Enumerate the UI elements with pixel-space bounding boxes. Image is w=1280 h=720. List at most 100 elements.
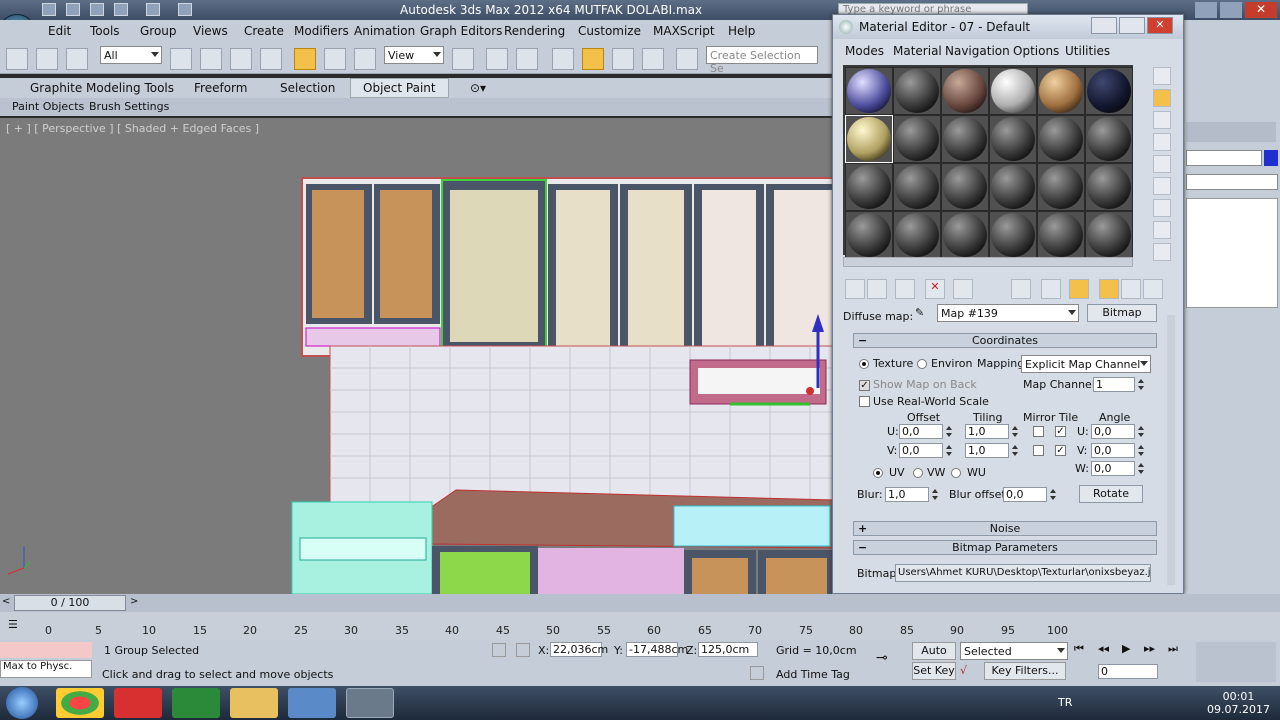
select-by-material-icon[interactable] xyxy=(1153,221,1171,239)
bind-space-warp-icon[interactable] xyxy=(66,48,88,70)
menu-tools[interactable]: Tools xyxy=(90,24,120,38)
u-angle-spinner[interactable] xyxy=(1137,424,1145,439)
show-end-result-icon[interactable] xyxy=(1099,279,1119,299)
camtasia-taskbar-icon[interactable] xyxy=(172,688,220,718)
ribbon-options-icon[interactable]: ⊙▾ xyxy=(470,81,486,95)
sample-slot[interactable] xyxy=(845,163,893,211)
bitmap-parameters-rollout-header[interactable]: − Bitmap Parameters xyxy=(853,540,1157,555)
sample-slot[interactable] xyxy=(1085,163,1133,211)
object-name-field[interactable] xyxy=(1186,150,1262,166)
next-frame-icon[interactable]: ▸▸ xyxy=(1144,642,1164,660)
v-tile-checkbox[interactable]: ✓ xyxy=(1055,445,1066,456)
sample-slot[interactable] xyxy=(989,67,1037,115)
sample-slot[interactable] xyxy=(893,211,941,259)
sample-slot[interactable] xyxy=(1085,115,1133,163)
link-icon[interactable] xyxy=(6,48,28,70)
current-frame-field[interactable]: 0 xyxy=(1098,664,1158,679)
key-mode-dropdown[interactable]: Selected xyxy=(960,642,1068,660)
open-file-icon[interactable] xyxy=(66,3,80,16)
select-by-name-icon[interactable] xyxy=(200,48,222,70)
maxscript-listener[interactable]: Max to Physc. xyxy=(0,660,92,678)
coordinates-rollout-header[interactable]: − Coordinates xyxy=(853,333,1157,348)
reference-coordinate-dropdown[interactable]: View xyxy=(384,46,444,64)
me-menu-options[interactable]: Options xyxy=(1013,44,1059,58)
tab-selection[interactable]: Selection xyxy=(280,81,335,95)
me-menu-navigation[interactable]: Navigation xyxy=(945,44,1010,58)
menu-views[interactable]: Views xyxy=(193,24,228,38)
assign-material-icon[interactable] xyxy=(895,279,915,299)
set-key-button[interactable]: Set Key xyxy=(912,662,956,680)
object-color-swatch[interactable] xyxy=(1264,150,1278,166)
perspective-viewport[interactable]: [ + ] [ Perspective ] [ Shaded + Edged F… xyxy=(0,118,835,594)
menu-create[interactable]: Create xyxy=(244,24,284,38)
sample-slot[interactable] xyxy=(989,211,1037,259)
map-channel-spinner[interactable] xyxy=(1137,377,1145,392)
menu-animation[interactable]: Animation xyxy=(354,24,415,38)
add-time-tag[interactable]: Add Time Tag xyxy=(776,668,850,681)
keyboard-shortcut-override-icon[interactable] xyxy=(516,48,538,70)
window-crossing-icon[interactable] xyxy=(260,48,282,70)
eyedropper-icon[interactable]: ✎ xyxy=(915,306,929,322)
menu-maxscript[interactable]: MAXScript xyxy=(653,24,715,38)
new-file-icon[interactable] xyxy=(42,3,56,16)
blur-offset-field[interactable]: 0,0 xyxy=(1003,487,1047,502)
sample-slot[interactable] xyxy=(941,163,989,211)
3dsmax-taskbar-icon[interactable] xyxy=(346,688,394,718)
clock[interactable]: 00:01 09.07.2017 xyxy=(1207,690,1270,716)
blur-field[interactable]: 1,0 xyxy=(885,487,929,502)
me-minimize-button[interactable] xyxy=(1091,17,1117,34)
brush-settings-panel[interactable]: Brush Settings xyxy=(89,100,169,113)
wu-radio[interactable] xyxy=(951,468,961,478)
v-mirror-checkbox[interactable] xyxy=(1033,445,1044,456)
sample-slot-active[interactable] xyxy=(845,115,893,163)
blur-spinner[interactable] xyxy=(931,487,939,502)
window-taskbar-icon[interactable] xyxy=(288,688,336,718)
angle-snap-icon[interactable] xyxy=(582,48,604,70)
w-angle-spinner[interactable] xyxy=(1137,461,1145,476)
track-bar[interactable]: ☰ xyxy=(0,612,1280,640)
u-tile-checkbox[interactable]: ✓ xyxy=(1055,426,1066,437)
me-close-button[interactable]: ✕ xyxy=(1147,17,1173,34)
time-slider-thumb[interactable]: 0 / 100 xyxy=(14,595,126,611)
map-channel-field[interactable]: 1 xyxy=(1093,377,1135,392)
background-icon[interactable] xyxy=(1153,111,1171,129)
select-and-scale-icon[interactable] xyxy=(354,48,376,70)
z-coordinate-field[interactable]: 125,0cm xyxy=(698,642,758,657)
minimize-button[interactable] xyxy=(1195,2,1217,18)
put-to-library-icon[interactable] xyxy=(1011,279,1031,299)
options-icon[interactable] xyxy=(1153,199,1171,217)
menu-edit[interactable]: Edit xyxy=(48,24,71,38)
save-file-icon[interactable] xyxy=(90,3,104,16)
percent-snap-icon[interactable] xyxy=(612,48,634,70)
uv-radio[interactable] xyxy=(873,468,883,478)
selection-filter-dropdown[interactable]: All xyxy=(100,46,162,64)
vw-radio[interactable] xyxy=(913,468,923,478)
menu-modifiers[interactable]: Modifiers xyxy=(294,24,349,38)
sample-slot[interactable] xyxy=(941,115,989,163)
sample-slot[interactable] xyxy=(845,67,893,115)
go-to-start-icon[interactable]: ⏮ xyxy=(1074,642,1094,660)
command-panel-tabs[interactable] xyxy=(1186,122,1276,142)
sample-slot[interactable] xyxy=(893,163,941,211)
sample-slot[interactable] xyxy=(941,211,989,259)
pivot-center-icon[interactable] xyxy=(452,48,474,70)
sample-slot[interactable] xyxy=(989,163,1037,211)
y-coordinate-field[interactable]: -17,488cm xyxy=(626,642,688,657)
menu-graph-editors[interactable]: Graph Editors xyxy=(420,24,502,38)
material-editor-scrollbar[interactable] xyxy=(1167,315,1175,585)
language-indicator[interactable]: TR xyxy=(1058,696,1072,709)
previous-frame-icon[interactable]: ◂◂ xyxy=(1098,642,1118,660)
snaps-toggle-icon[interactable] xyxy=(552,48,574,70)
time-slider-prev-icon[interactable]: < xyxy=(2,596,12,610)
u-offset-field[interactable]: 0,0 xyxy=(899,424,943,439)
sample-slot[interactable] xyxy=(1037,163,1085,211)
app-taskbar-icon[interactable] xyxy=(114,688,162,718)
me-maximize-button[interactable] xyxy=(1119,17,1145,34)
close-button[interactable]: ✕ xyxy=(1245,2,1277,18)
get-material-icon[interactable] xyxy=(845,279,865,299)
x-coordinate-field[interactable]: 22,036cm xyxy=(550,642,608,657)
sample-slot[interactable] xyxy=(1085,211,1133,259)
chrome-taskbar-icon[interactable] xyxy=(56,688,104,718)
u-tiling-field[interactable]: 1,0 xyxy=(965,424,1009,439)
redo-icon[interactable] xyxy=(146,3,160,16)
